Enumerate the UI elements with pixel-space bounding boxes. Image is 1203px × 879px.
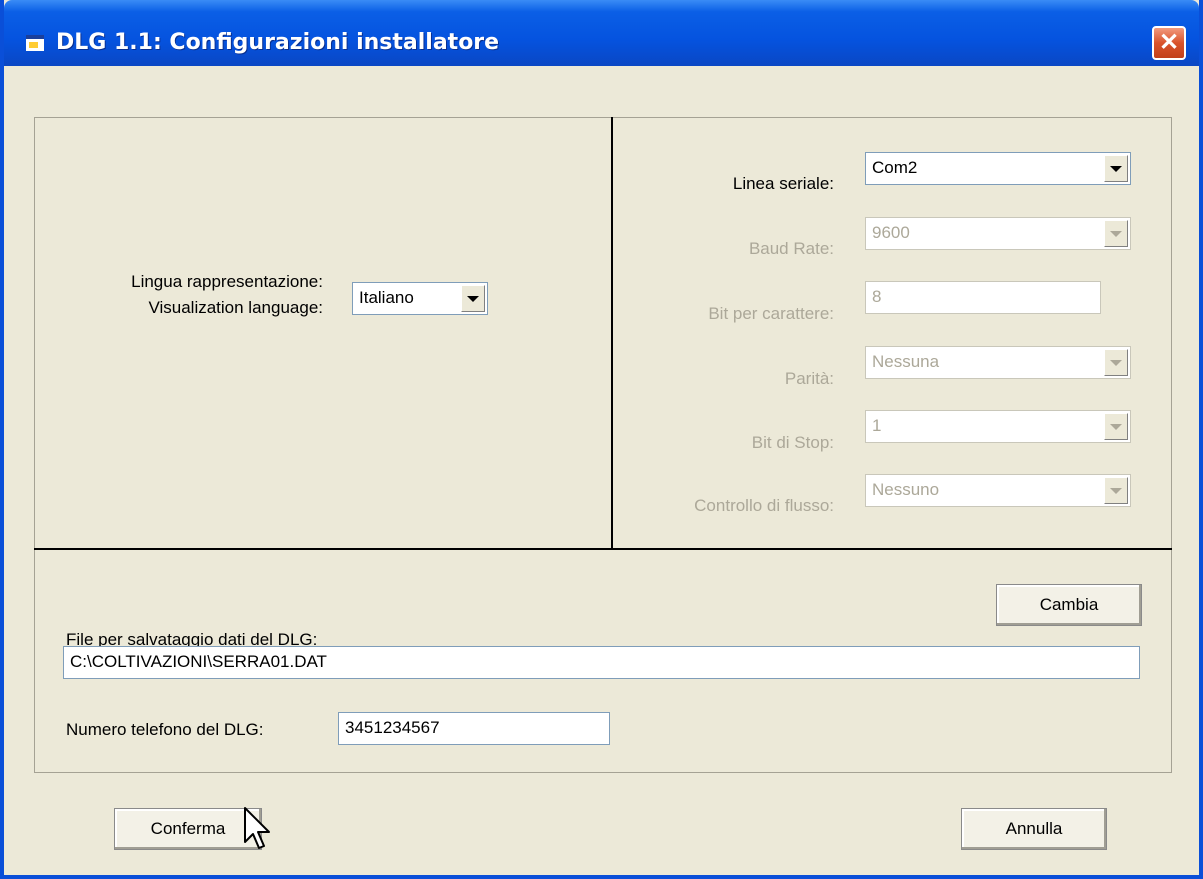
data-bits-label: Bit per carattere: bbox=[708, 304, 834, 323]
serial-port-value: Com2 bbox=[872, 158, 918, 177]
file-path-field[interactable]: C:\COLTIVAZIONI\SERRA01.DAT bbox=[63, 646, 1140, 679]
window-app-icon bbox=[26, 35, 44, 51]
confirm-button[interactable]: Conferma bbox=[114, 808, 262, 850]
baud-rate-value: 9600 bbox=[872, 223, 910, 242]
phone-field[interactable]: 3451234567 bbox=[338, 712, 610, 745]
phone-value: 3451234567 bbox=[345, 718, 440, 737]
language-select-value: Italiano bbox=[359, 288, 414, 307]
serial-port-select[interactable]: Com2 bbox=[865, 152, 1131, 185]
parity-value: Nessuna bbox=[872, 352, 940, 371]
parity-select[interactable]: Nessuna bbox=[865, 346, 1131, 379]
file-path-value: C:\COLTIVAZIONI\SERRA01.DAT bbox=[70, 652, 327, 671]
serial-port-label: Linea seriale: bbox=[732, 174, 834, 193]
chevron-down-icon[interactable] bbox=[1104, 477, 1128, 504]
stop-bits-value: 1 bbox=[872, 416, 882, 435]
parity-label: Parità: bbox=[784, 369, 834, 388]
language-select[interactable]: Italiano bbox=[352, 282, 488, 315]
data-bits-field[interactable]: 8 bbox=[865, 281, 1101, 314]
title-bar[interactable]: DLG 1.1: Configurazioni installatore ✕ bbox=[4, 0, 1199, 66]
cancel-button[interactable]: Annulla bbox=[961, 808, 1107, 850]
data-bits-value: 8 bbox=[872, 287, 882, 306]
horizontal-divider bbox=[34, 548, 1172, 550]
close-icon: ✕ bbox=[1158, 29, 1180, 56]
flow-control-value: Nessuno bbox=[872, 480, 940, 499]
language-label-it: Lingua rappresentazione: bbox=[131, 272, 323, 291]
change-file-button[interactable]: Cambia bbox=[996, 584, 1142, 626]
flow-control-label: Controllo di flusso: bbox=[694, 496, 834, 515]
chevron-down-icon[interactable] bbox=[1104, 220, 1128, 247]
vertical-divider bbox=[611, 117, 613, 549]
language-label-en: Visualization language: bbox=[148, 298, 323, 317]
stop-bits-label: Bit di Stop: bbox=[751, 433, 834, 452]
chevron-down-icon[interactable] bbox=[1104, 155, 1128, 182]
dialog-window: DLG 1.1: Configurazioni installatore ✕ L… bbox=[0, 0, 1203, 879]
baud-rate-label: Baud Rate: bbox=[748, 239, 834, 258]
stop-bits-select[interactable]: 1 bbox=[865, 410, 1131, 443]
chevron-down-icon[interactable] bbox=[1104, 413, 1128, 440]
chevron-down-icon[interactable] bbox=[461, 285, 485, 312]
baud-rate-select[interactable]: 9600 bbox=[865, 217, 1131, 250]
window-title: DLG 1.1: Configurazioni installatore bbox=[56, 30, 500, 55]
close-button[interactable]: ✕ bbox=[1152, 26, 1186, 60]
phone-label: Numero telefono del DLG: bbox=[66, 720, 264, 739]
chevron-down-icon[interactable] bbox=[1104, 349, 1128, 376]
mouse-cursor-icon bbox=[244, 807, 270, 849]
flow-control-select[interactable]: Nessuno bbox=[865, 474, 1131, 507]
